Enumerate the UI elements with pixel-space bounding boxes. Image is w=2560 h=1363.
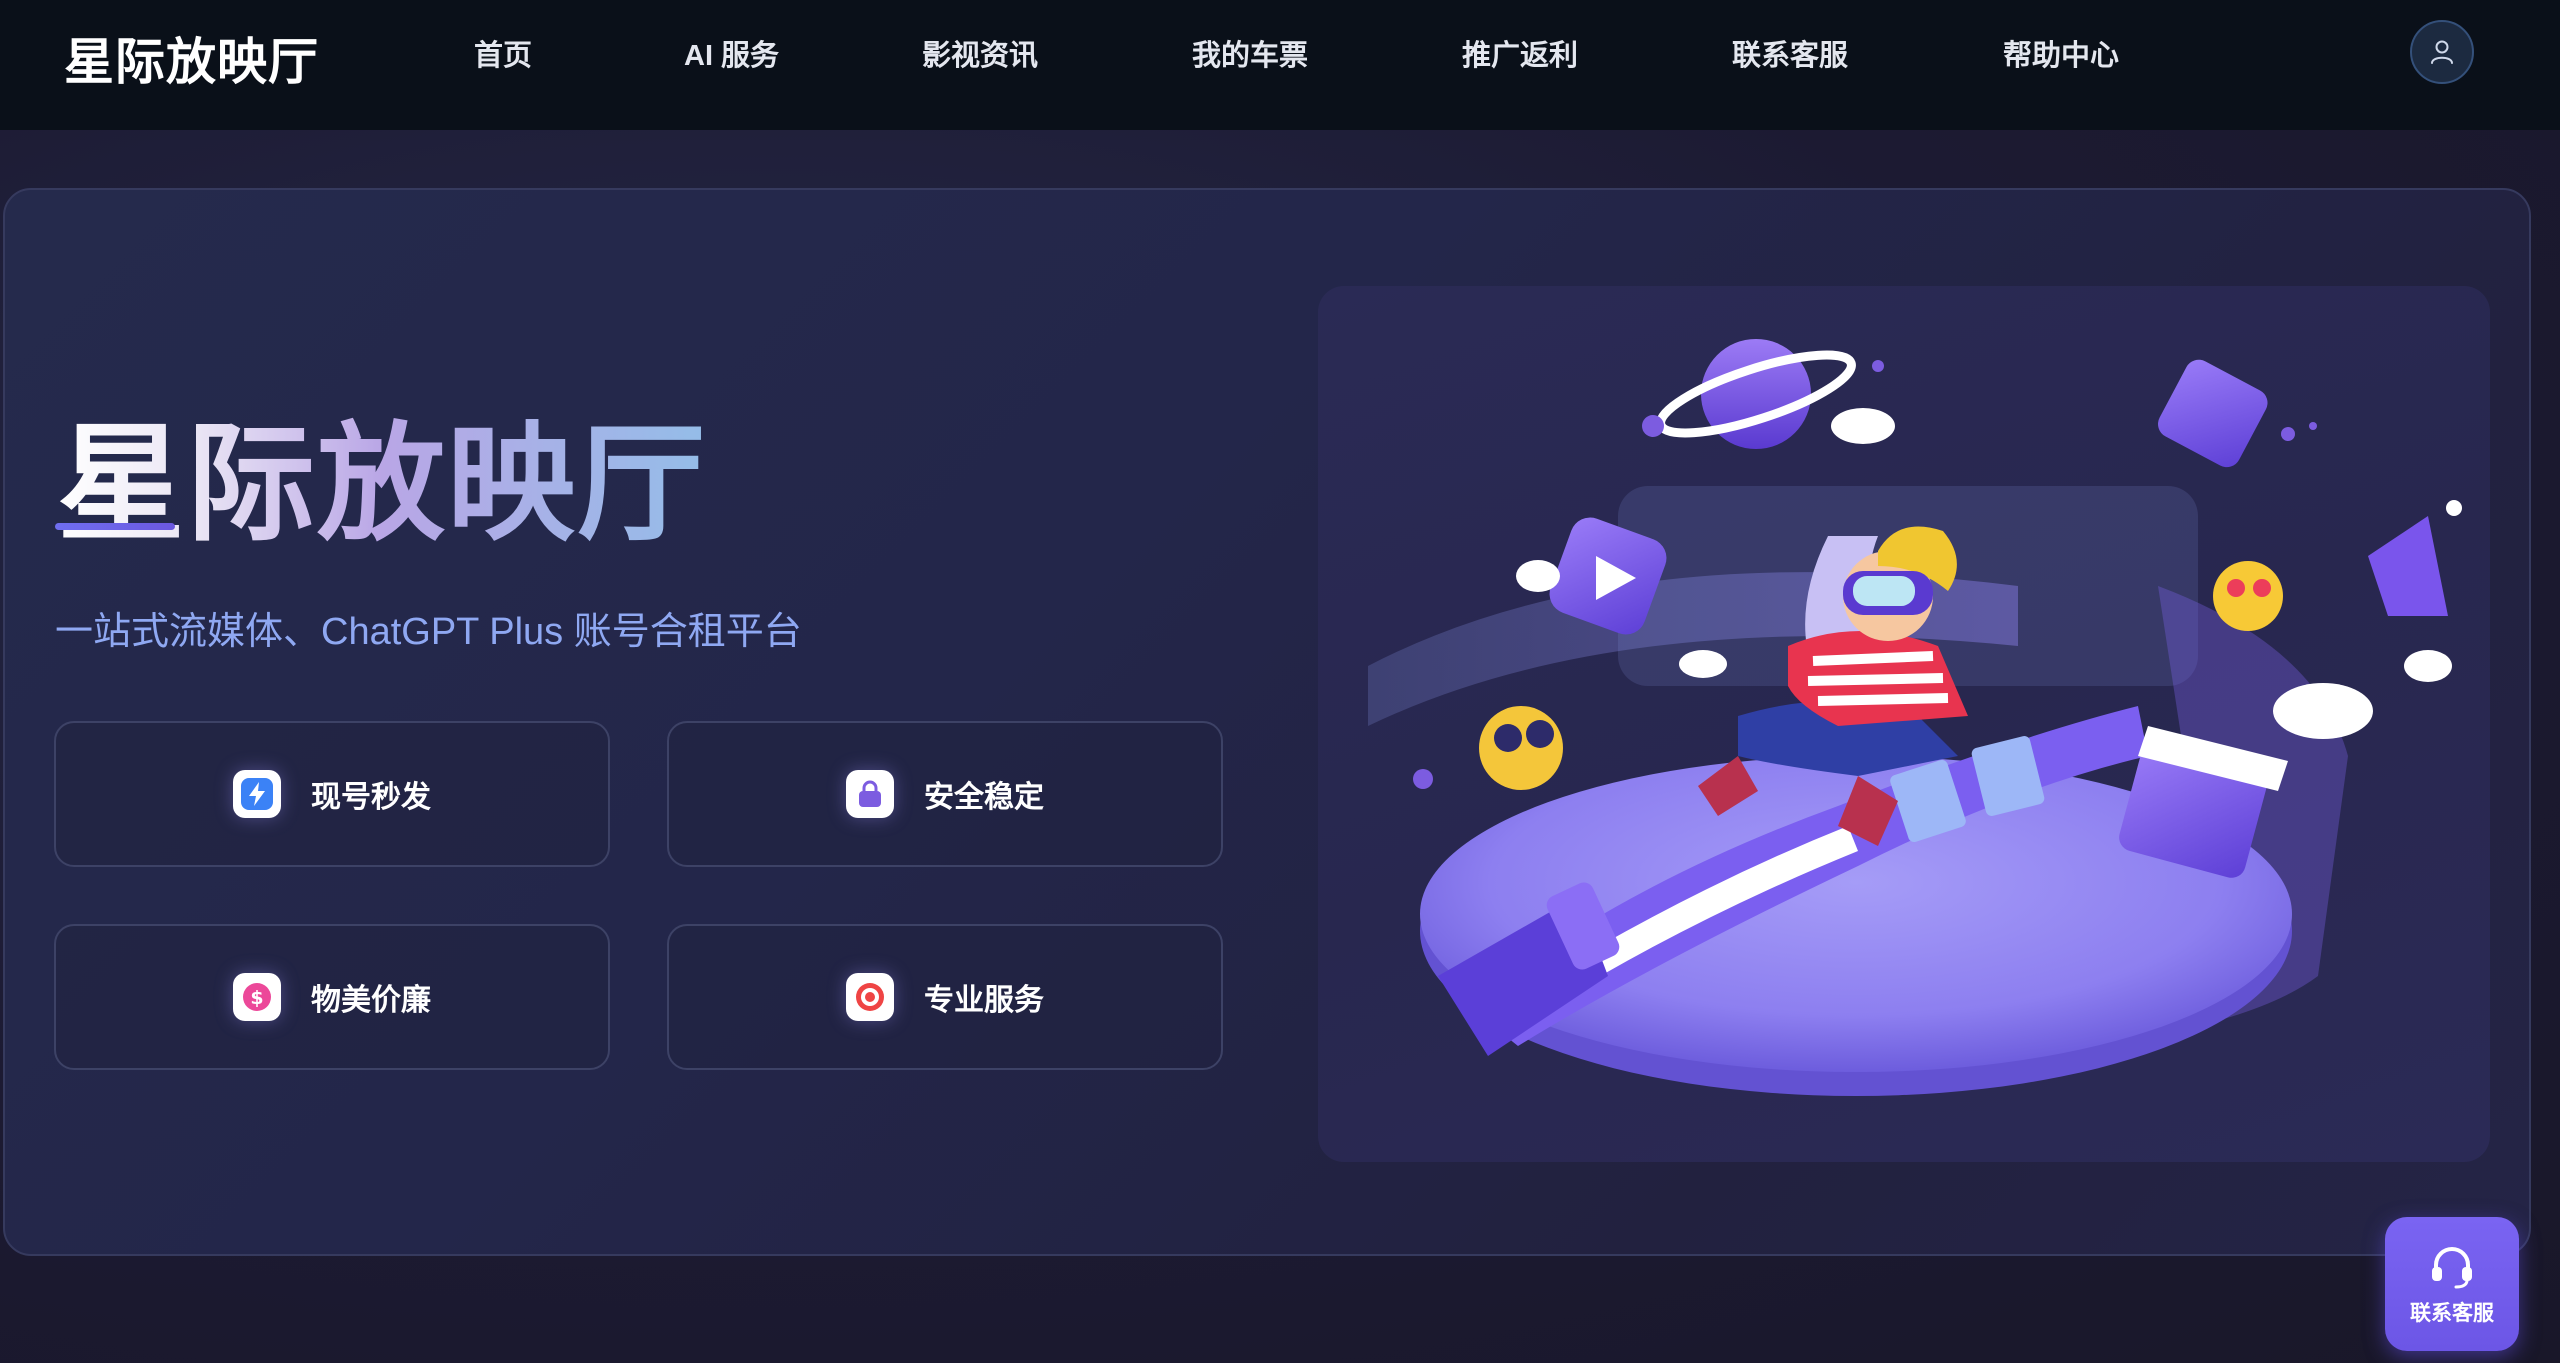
lightning-icon — [233, 770, 281, 818]
cloud — [1516, 560, 1560, 592]
top-navbar: 星际放映厅 首页 AI 服务 影视资讯 我的车票 推广返利 联系客服 帮助中心 — [0, 0, 2560, 130]
title-underline — [55, 523, 175, 530]
page: 星际放映厅 首页 AI 服务 影视资讯 我的车票 推广返利 联系客服 帮助中心 … — [0, 0, 2560, 1363]
feature-card-instant[interactable]: 现号秒发 — [54, 721, 610, 867]
megaphone — [2368, 516, 2448, 616]
feature-label: 专业服务 — [924, 984, 1044, 1017]
dollar-icon: $ — [233, 973, 281, 1021]
user-avatar-button[interactable] — [2410, 20, 2474, 84]
target-icon — [846, 973, 894, 1021]
user-icon — [2431, 40, 2453, 64]
cloud — [1831, 408, 1895, 444]
nav-my-tickets[interactable]: 我的车票 — [1192, 32, 1308, 74]
headset-icon — [2432, 1247, 2472, 1289]
feature-label: 物美价廉 — [311, 984, 431, 1017]
nav-help[interactable]: 帮助中心 — [2003, 32, 2119, 74]
nav-film-news[interactable]: 影视资讯 — [922, 32, 1038, 74]
feature-label: 安全稳定 — [924, 781, 1044, 814]
hero-subtitle: 一站式流媒体、ChatGPT Plus 账号合租平台 — [55, 611, 802, 653]
floating-contact-button[interactable]: 联系客服 — [2385, 1217, 2519, 1351]
feature-card-secure[interactable]: 安全稳定 — [667, 721, 1223, 867]
floating-contact-label: 联系客服 — [2410, 1302, 2494, 1325]
main-nav: 首页 AI 服务 影视资讯 我的车票 推广返利 联系客服 帮助中心 — [0, 0, 2560, 104]
nav-ai-service[interactable]: AI 服务 — [684, 32, 779, 74]
hero-card: 星际放映厅 一站式流媒体、ChatGPT Plus 账号合租平台 现号秒发 安全… — [3, 188, 2531, 1256]
vr-visor — [1853, 576, 1915, 606]
feature-label: 现号秒发 — [311, 781, 431, 814]
cloud — [1679, 650, 1727, 678]
feature-card-value[interactable]: $ 物美价廉 — [54, 924, 610, 1070]
nav-referral[interactable]: 推广返利 — [1462, 32, 1578, 74]
folder — [2158, 359, 2268, 468]
svg-text:$: $ — [250, 987, 263, 1009]
heart-eyes-emoji — [2213, 561, 2283, 631]
cloud — [2273, 683, 2373, 739]
cinema-vr-illustration — [1368, 339, 2462, 1096]
lock-icon — [846, 770, 894, 818]
cloud — [2404, 650, 2452, 682]
nav-home[interactable]: 首页 — [474, 32, 532, 74]
feature-card-service[interactable]: 专业服务 — [667, 924, 1223, 1070]
hero-title: 星际放映厅 — [57, 380, 707, 565]
nav-contact[interactable]: 联系客服 — [1732, 32, 1848, 74]
cool-emoji — [1479, 706, 1563, 790]
